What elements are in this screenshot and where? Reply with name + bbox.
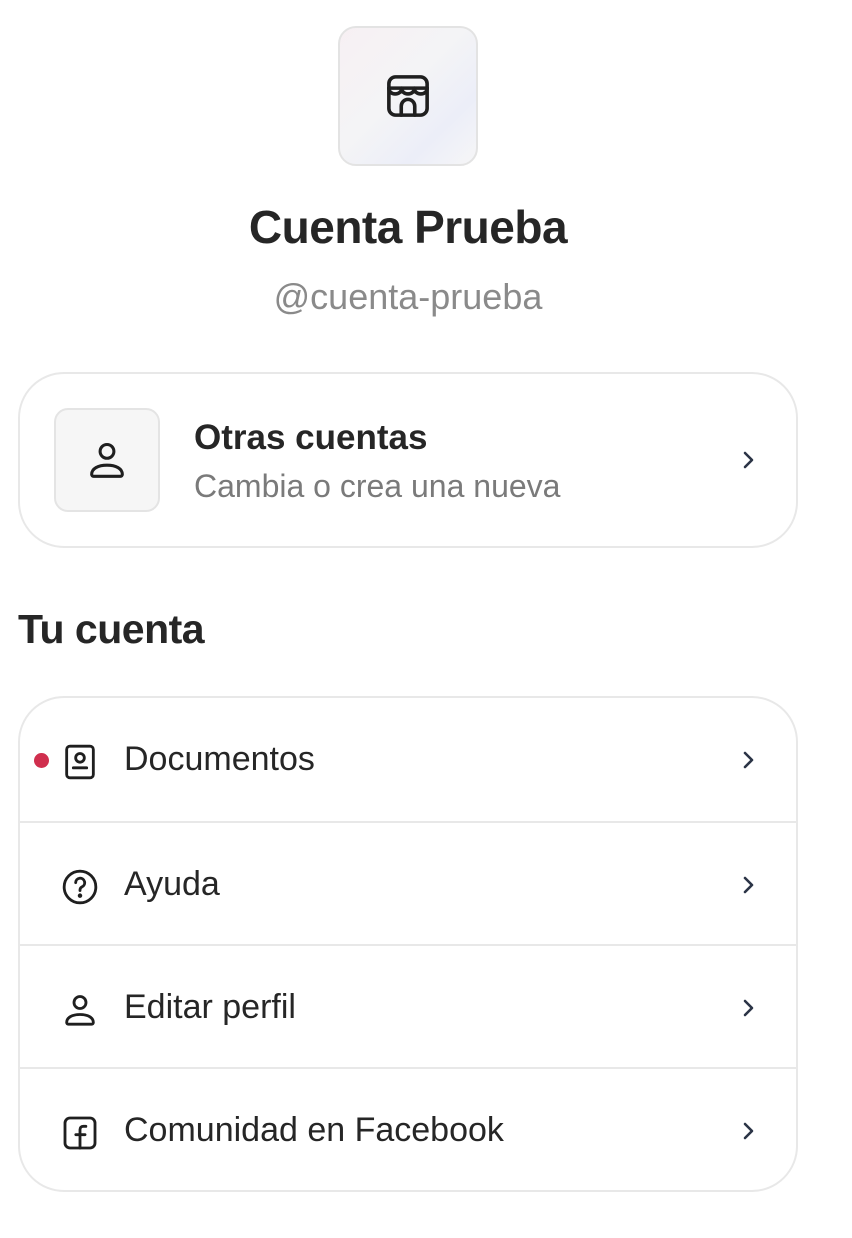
menu-item-documentos[interactable]: Documentos bbox=[20, 698, 796, 821]
chevron-right-icon bbox=[743, 751, 754, 769]
user-icon bbox=[90, 442, 124, 478]
menu-item-ayuda[interactable]: Ayuda bbox=[20, 821, 796, 944]
other-accounts-card[interactable]: Otras cuentas Cambia o crea una nueva bbox=[18, 372, 798, 548]
chevron-right-icon bbox=[743, 999, 754, 1017]
menu-item-editar-perfil[interactable]: Editar perfil bbox=[20, 944, 796, 1067]
other-accounts-title: Otras cuentas bbox=[194, 418, 428, 457]
store-avatar[interactable] bbox=[338, 26, 478, 166]
account-screen: Cuenta Prueba @cuenta-prueba Otras cuent… bbox=[0, 0, 852, 1238]
account-handle: @cuenta-prueba bbox=[273, 276, 543, 317]
notification-dot bbox=[34, 753, 49, 768]
account-name: Cuenta Prueba bbox=[248, 201, 568, 253]
other-accounts-icon-box bbox=[54, 408, 160, 512]
menu-item-label: Ayuda bbox=[124, 865, 220, 903]
menu-item-label: Documentos bbox=[124, 740, 315, 778]
help-circle-icon bbox=[62, 869, 98, 905]
section-title: Tu cuenta bbox=[18, 606, 205, 652]
facebook-icon bbox=[63, 1116, 97, 1150]
storefront-icon bbox=[387, 75, 429, 117]
menu-item-label: Comunidad en Facebook bbox=[124, 1111, 504, 1149]
chevron-right-icon bbox=[743, 876, 754, 894]
menu-item-comunidad-facebook[interactable]: Comunidad en Facebook bbox=[20, 1067, 796, 1190]
chevron-right-icon bbox=[743, 451, 754, 469]
account-menu: Documentos Ayuda Editar perfil Comunidad… bbox=[18, 696, 798, 1192]
other-accounts-subtitle: Cambia o crea una nueva bbox=[194, 468, 561, 504]
document-id-icon bbox=[65, 744, 95, 780]
chevron-right-icon bbox=[743, 1122, 754, 1140]
user-icon bbox=[65, 995, 95, 1026]
menu-item-label: Editar perfil bbox=[124, 988, 296, 1026]
